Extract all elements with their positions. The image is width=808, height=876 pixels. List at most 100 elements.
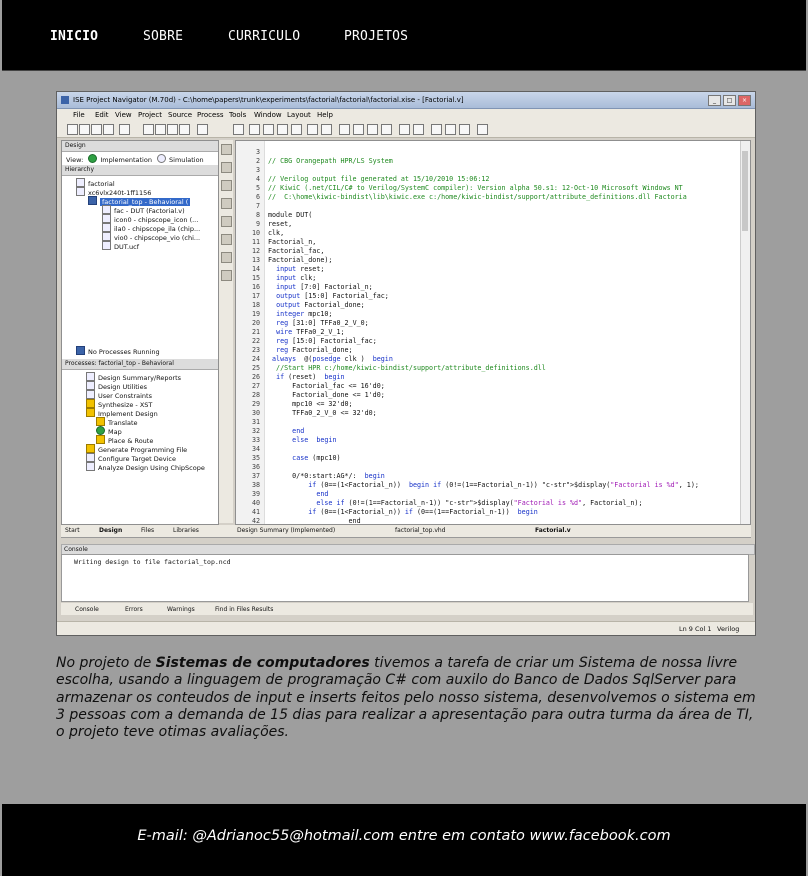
code-line: 26 if (reset) begin bbox=[236, 373, 699, 382]
view-label: View: bbox=[66, 156, 84, 164]
nav-link-inicio[interactable]: INICIO bbox=[50, 29, 98, 44]
line-text: else if (0!=(1==Factorial_n-1)) "c-str">… bbox=[316, 499, 643, 507]
editor-tabs: Design Summary (Implemented) factorial_t… bbox=[221, 525, 751, 538]
chip-icon bbox=[76, 187, 85, 196]
code-line: 20 reg [31:0] TFFa0_2_V_0; bbox=[236, 319, 699, 328]
editor-side-toolbar bbox=[219, 140, 233, 523]
process-status: No Processes Running bbox=[76, 346, 160, 356]
line-number: 19 bbox=[251, 310, 260, 318]
code-line: 22 reg [15:0] Factorial_fac; bbox=[236, 337, 699, 346]
copy-icon bbox=[155, 124, 166, 135]
ide-statusbar: Ln 9 Col 1 Verilog bbox=[57, 621, 755, 635]
ide-menu-project: Project bbox=[138, 111, 162, 119]
core-icon bbox=[102, 232, 111, 241]
line-text: Factorial_n, bbox=[268, 238, 317, 246]
code-line: 34 bbox=[236, 445, 699, 454]
tool-icon bbox=[221, 216, 232, 227]
summary-icon bbox=[86, 372, 95, 381]
line-text: mpc10 <= 32'd0; bbox=[268, 400, 353, 408]
code-line: 31 bbox=[236, 418, 699, 427]
warning-icon bbox=[86, 408, 95, 417]
code-line: 9 reset, bbox=[236, 220, 699, 229]
code-line: 3 bbox=[236, 148, 699, 157]
maximize-icon: □ bbox=[723, 95, 736, 106]
line-number: 35 bbox=[251, 454, 260, 462]
line-text: end bbox=[268, 517, 361, 525]
line-number: 25 bbox=[251, 364, 260, 372]
code-line: 32 end bbox=[236, 427, 699, 436]
help-icon bbox=[413, 124, 424, 135]
nav-link-curriculo[interactable]: CURRICULO bbox=[228, 29, 300, 44]
code-line: 8 module DUT( bbox=[236, 211, 699, 220]
line-number: 5 bbox=[255, 184, 260, 192]
code-line: 42 end bbox=[236, 517, 699, 525]
footer-contact-text: E-mail: @Adrianoc55@hotmail.com entre em… bbox=[137, 828, 671, 844]
close-icon: × bbox=[738, 95, 751, 106]
line-text: case (mpc10) bbox=[292, 454, 341, 462]
tool-icon bbox=[221, 144, 232, 155]
ide-menubar: File Edit View Project Source Process To… bbox=[57, 109, 755, 121]
code-line: 4 // Verilog output file generated at 15/… bbox=[236, 175, 699, 184]
layout-icon bbox=[339, 124, 350, 135]
line-text: //Start HPR c:/home/kiwic-bindist/suppor… bbox=[268, 364, 546, 372]
code-line: 33 else begin bbox=[236, 436, 699, 445]
tool-icon bbox=[221, 270, 232, 281]
line-text: reg [15:0] Factorial_fac; bbox=[276, 337, 377, 345]
line-number: 16 bbox=[251, 283, 260, 291]
warning-icon bbox=[86, 444, 95, 453]
code-line: 29 mpc10 <= 32'd0; bbox=[236, 400, 699, 409]
open-file-icon bbox=[79, 124, 90, 135]
line-number: 31 bbox=[251, 418, 260, 426]
line-text: // Verilog output file generated at 15/1… bbox=[268, 175, 490, 183]
line-number: 12 bbox=[251, 247, 260, 255]
line-text: // C:\home\kiwic-bindist\lib\kiwic.exe c… bbox=[268, 193, 687, 201]
nav-link-sobre[interactable]: SOBRE bbox=[143, 29, 183, 44]
console-output: Writing design to file factorial_top.ncd bbox=[61, 554, 749, 602]
line-number: 38 bbox=[251, 481, 260, 489]
line-number: 34 bbox=[251, 445, 260, 453]
ide-menu-process: Process bbox=[197, 111, 224, 119]
line-number: 30 bbox=[251, 409, 260, 417]
delete-icon bbox=[179, 124, 190, 135]
code-line: 3 bbox=[236, 166, 699, 175]
line-text: input clk; bbox=[276, 274, 317, 282]
code-line: 25 //Start HPR c:/home/kiwic-bindist/sup… bbox=[236, 364, 699, 373]
line-text: reg [31:0] TFFa0_2_V_0; bbox=[276, 319, 369, 327]
line-number: 15 bbox=[251, 274, 260, 282]
line-text: 0/*0:start:AG*/: begin bbox=[268, 472, 385, 480]
tab-factorial-top: factorial_top.vhd bbox=[395, 527, 446, 534]
tab-files: Files bbox=[141, 527, 155, 534]
code-line: 35 case (mpc10) bbox=[236, 454, 699, 463]
line-number: 21 bbox=[251, 328, 260, 336]
top-navigation-bar: INICIO SOBRE CURRICULO PROJETOS bbox=[2, 0, 806, 71]
ide-menu-view: View bbox=[115, 111, 132, 119]
ide-titlebar: ISE Project Navigator (M.70d) - C:\home\… bbox=[57, 92, 755, 109]
list-icon bbox=[353, 124, 364, 135]
code-line: 12 Factorial_fac, bbox=[236, 247, 699, 256]
sum-icon bbox=[445, 124, 456, 135]
line-number: 40 bbox=[251, 499, 260, 507]
project-screenshot-image: ISE Project Navigator (M.70d) - C:\home\… bbox=[56, 91, 756, 636]
utilities-icon bbox=[86, 381, 95, 390]
code-line: 39 end bbox=[236, 490, 699, 499]
tab-design: Design bbox=[99, 527, 123, 534]
line-number: 23 bbox=[251, 346, 260, 354]
line-text: Factorial_fac <= 16'd0; bbox=[268, 382, 385, 390]
line-number: 3 bbox=[255, 148, 260, 156]
line-text: integer mpc10; bbox=[276, 310, 333, 318]
core-icon bbox=[102, 214, 111, 223]
line-number: 24 bbox=[251, 355, 260, 363]
redo-icon bbox=[197, 124, 208, 135]
minimize-icon: _ bbox=[708, 95, 721, 106]
line-number: 32 bbox=[251, 427, 260, 435]
line-number: 22 bbox=[251, 337, 260, 345]
language-mode: Verilog bbox=[717, 625, 740, 633]
line-number: 39 bbox=[251, 490, 260, 498]
line-text: end bbox=[292, 427, 305, 435]
line-number: 33 bbox=[251, 436, 260, 444]
code-line: 41 if (0==(1<Factorial_n)) if (0==(1==Fa… bbox=[236, 508, 699, 517]
line-text: end bbox=[316, 490, 329, 498]
line-number: 6 bbox=[255, 193, 260, 201]
line-number: 17 bbox=[251, 292, 260, 300]
nav-link-projetos[interactable]: PROJETOS bbox=[344, 29, 408, 44]
